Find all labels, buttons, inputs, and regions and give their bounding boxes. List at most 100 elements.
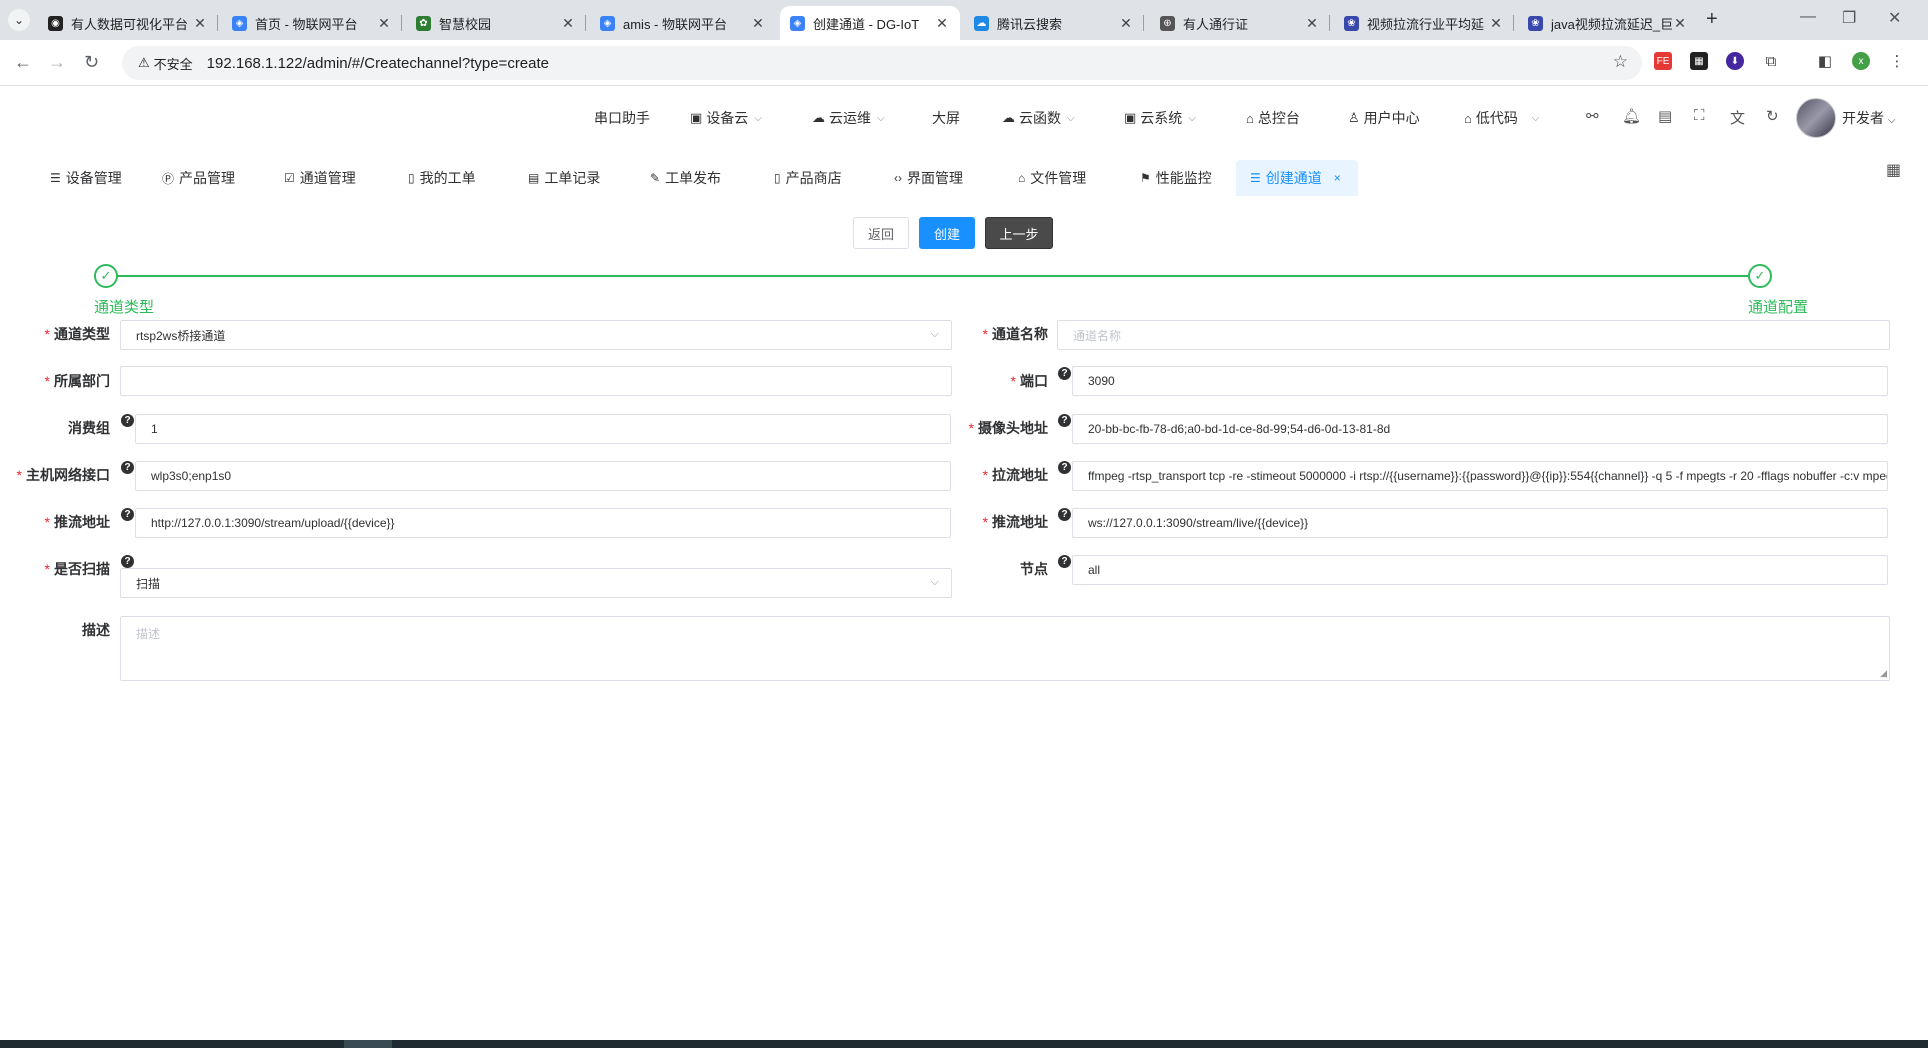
nav-low-code[interactable]: ⌂ 低代码 ⌵ [1464,108,1539,128]
extension-download-icon[interactable]: ⬇ [1726,52,1744,70]
back-button[interactable]: 返回 [853,217,909,249]
nav-cloud-function[interactable]: ☁ 云函数 ⌵ [1002,108,1075,128]
tab-close-icon[interactable]: ✕ [1118,15,1134,32]
bookmark-star-icon[interactable]: ☆ [1613,52,1628,72]
help-icon[interactable]: ? [1058,414,1071,427]
tab-create-channel[interactable]: ☰ 创建通道 × [1236,160,1358,196]
taskbar-item[interactable] [344,1040,392,1048]
bell-icon[interactable]: 🔔︎ [1622,107,1641,125]
tab-title: 首页 - 物联网平台 [255,16,358,32]
browser-tab[interactable]: ☁ 腾讯云搜索 ✕ [964,6,1144,40]
document-icon[interactable]: ▤ [1658,107,1672,125]
tab-performance-monitor[interactable]: ⚑ 性能监控 [1126,160,1226,196]
department-input[interactable] [120,366,952,396]
minimize-icon[interactable]: — [1800,8,1816,26]
new-tab-icon[interactable]: + [1706,8,1718,31]
help-icon[interactable]: ? [121,555,134,568]
tab-close-icon[interactable]: ✕ [1672,15,1688,32]
user-menu[interactable]: 开发者 ⌵ [1842,108,1895,128]
tab-file-management[interactable]: ⌂ 文件管理 [1004,160,1100,196]
tab-work-order-publish[interactable]: ✎ 工单发布 [636,160,735,196]
tab-device-management[interactable]: ☰ 设备管理 [36,160,136,196]
browser-tab-active[interactable]: ◈ 创建通道 - DG-IoT ✕ [780,6,960,40]
nav-cloud-ops[interactable]: ☁ 云运维 ⌵ [812,108,885,128]
node-input[interactable]: all [1072,555,1888,585]
nav-serial-assistant[interactable]: 串口助手 [594,108,650,128]
browser-tab[interactable]: ❀ 视频拉流行业平均延 ✕ [1334,6,1514,40]
extension-fe-icon[interactable]: FE [1654,52,1672,70]
nav-cloud-system[interactable]: ▣ 云系统 ⌵ [1124,108,1196,128]
tab-ui-management[interactable]: ‹› 界面管理 [880,160,977,196]
back-arrow-icon[interactable]: ← [14,52,32,73]
previous-step-button[interactable]: 上一步 [985,217,1053,249]
help-icon[interactable]: ? [121,461,134,474]
extension-grid-icon[interactable]: ▦ [1690,52,1708,70]
help-icon[interactable]: ? [121,508,134,521]
host-interface-input[interactable]: wlp3s0;enp1s0 [135,461,951,491]
tab-product-management[interactable]: Ⓟ 产品管理 [148,160,249,196]
forward-arrow-icon[interactable]: → [48,52,66,73]
tab-title: 有人通行证 [1183,16,1249,32]
tab-close-icon[interactable]: ✕ [560,15,576,32]
consumer-group-input[interactable]: 1 [135,414,951,444]
help-icon[interactable]: ? [1058,508,1071,521]
help-icon[interactable]: ? [1058,461,1071,474]
tab-close-icon[interactable]: ✕ [376,15,392,32]
help-icon[interactable]: ? [121,414,134,427]
restore-icon[interactable]: ❐ [1842,8,1856,28]
grid-menu-icon[interactable]: ▦ [1886,160,1901,180]
tab-close-icon[interactable]: ✕ [750,15,766,32]
refresh-icon[interactable]: ↻ [1766,107,1779,125]
tab-title: 腾讯云搜索 [997,16,1063,32]
push-address-ws-input[interactable]: ws://127.0.0.1:3090/stream/live/{{device… [1072,508,1888,538]
reload-icon[interactable]: ↻ [84,52,99,73]
avatar[interactable] [1796,98,1836,138]
port-input[interactable]: 3090 [1072,366,1888,396]
pull-address-input[interactable]: ffmpeg -rtsp_transport tcp -re -stimeout… [1072,461,1888,491]
nav-user-center[interactable]: ♙ 用户中心 [1348,108,1420,128]
profile-avatar-icon[interactable]: x [1852,52,1870,70]
browser-tab[interactable]: ◈ amis - 物联网平台 ✕ [590,6,776,40]
node-label: 节点 [1020,561,1048,577]
resize-handle-icon[interactable]: ◢ [1880,668,1887,679]
close-icon[interactable]: × [1334,171,1341,185]
browser-tab[interactable]: ⊕ 有人通行证 ✕ [1150,6,1330,40]
browser-menu-icon[interactable]: ⋮ [1888,52,1906,70]
help-icon[interactable]: ? [1058,367,1071,380]
scan-select[interactable]: 扫描 ⌵ [120,568,952,598]
nav-label: 云系统 [1140,110,1183,126]
url-text[interactable]: 192.168.1.122/admin/#/Createchannel?type… [207,55,549,72]
side-panel-icon[interactable]: ◧ [1816,52,1834,70]
create-button[interactable]: 创建 [919,217,975,249]
extensions-puzzle-icon[interactable]: ⧉ [1762,52,1780,70]
camera-address-input[interactable]: 20-bb-bc-fb-78-d6;a0-bd-1d-ce-8d-99;54-d… [1072,414,1888,444]
browser-tab[interactable]: ❀ java视频拉流延迟_巨 ✕ [1518,6,1698,40]
tree-icon[interactable]: ⚯ [1586,107,1599,125]
fullscreen-icon[interactable]: ⛶ [1694,107,1705,124]
tab-close-icon[interactable]: ✕ [192,15,208,32]
tab-product-store[interactable]: ▯ 产品商店 [760,160,856,196]
tab-my-work-orders[interactable]: ▯ 我的工单 [394,160,490,196]
tab-close-icon[interactable]: ✕ [1304,15,1320,32]
channel-name-input[interactable]: 通道名称 [1057,320,1890,350]
push-address-input[interactable]: http://127.0.0.1:3090/stream/upload/{{de… [135,508,951,538]
window-close-icon[interactable]: ✕ [1888,8,1901,28]
description-textarea[interactable]: 描述 ◢ [120,616,1890,681]
translate-icon[interactable]: 文 [1730,107,1745,128]
browser-tab[interactable]: ◈ 首页 - 物联网平台 ✕ [222,6,402,40]
browser-tab[interactable]: ✿ 智慧校园 ✕ [406,6,586,40]
help-icon[interactable]: ? [1058,555,1071,568]
nav-console[interactable]: ⌂ 总控台 [1246,108,1300,128]
nav-device-cloud[interactable]: ▣ 设备云 ⌵ [690,108,762,128]
nav-big-screen[interactable]: 大屏 [932,108,960,128]
security-chip[interactable]: ⚠ 不安全 [130,50,201,76]
tab-favicon-icon: ◈ [790,15,805,31]
tab-channel-management[interactable]: ☑ 通道管理 [270,160,370,196]
tab-search-button[interactable]: ⌄ [8,9,30,31]
tab-close-icon[interactable]: ✕ [934,15,950,32]
tab-work-order-records[interactable]: ▤ 工单记录 [514,160,614,196]
channel-type-select[interactable]: rtsp2ws桥接通道 ⌵ [120,320,952,350]
tab-close-icon[interactable]: ✕ [1488,15,1504,32]
omnibox[interactable]: ⚠ 不安全 192.168.1.122/admin/#/Createchanne… [122,46,1642,80]
browser-tab[interactable]: ◉ 有人数据可视化平台 ✕ [38,6,218,40]
